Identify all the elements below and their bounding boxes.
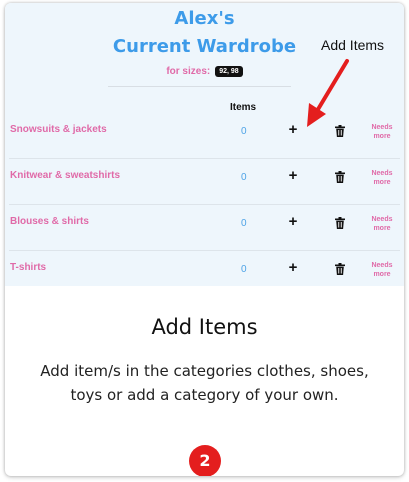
- onboarding-card: Alex's Current Wardrobe for sizes: 92, 9…: [5, 3, 404, 476]
- category-name[interactable]: Blouses & shirts: [10, 216, 89, 227]
- items-column-header: Items: [230, 102, 257, 113]
- sizes-badge[interactable]: 92, 98: [215, 66, 243, 77]
- category-row: Blouses & shirts 0 + Needs more: [5, 205, 404, 251]
- sizes-label: for sizes:: [166, 66, 211, 77]
- category-name[interactable]: T-shirts: [10, 262, 46, 273]
- item-count: 0: [241, 218, 247, 229]
- trash-icon[interactable]: [335, 263, 345, 275]
- trash-icon[interactable]: [335, 217, 345, 229]
- item-count: 0: [241, 126, 247, 137]
- item-count: 0: [241, 172, 247, 183]
- needs-more-button[interactable]: Needs more: [367, 123, 397, 141]
- annotation-label: Add Items: [321, 37, 385, 53]
- wardrobe-preview: Alex's Current Wardrobe for sizes: 92, 9…: [5, 3, 404, 286]
- trash-icon[interactable]: [335, 171, 345, 183]
- pointer-arrow-icon: [307, 59, 349, 127]
- category-name[interactable]: Snowsuits & jackets: [10, 124, 107, 135]
- item-count: 0: [241, 264, 247, 275]
- category-name[interactable]: Knitwear & sweatshirts: [10, 170, 120, 181]
- step-badge: 2: [189, 445, 221, 476]
- add-item-button[interactable]: +: [285, 260, 301, 276]
- info-body: Add item/s in the categories clothes, sh…: [40, 362, 369, 404]
- info-title: Add Items: [151, 315, 258, 339]
- needs-more-button[interactable]: Needs more: [367, 169, 397, 187]
- wardrobe-owner-title: Alex's: [174, 8, 235, 29]
- add-item-button[interactable]: +: [285, 168, 301, 184]
- header-divider: [108, 86, 291, 87]
- category-row: T-shirts 0 + Needs more: [5, 251, 404, 297]
- add-item-button[interactable]: +: [285, 214, 301, 230]
- needs-more-button[interactable]: Needs more: [367, 215, 397, 233]
- needs-more-button[interactable]: Needs more: [367, 261, 397, 279]
- category-row: Knitwear & sweatshirts 0 + Needs more: [5, 159, 404, 205]
